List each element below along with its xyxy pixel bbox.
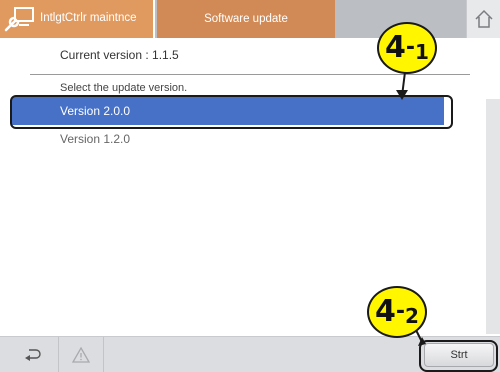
callout-step-4-1: 4-1 xyxy=(377,22,437,74)
version-item-label: Version 1.2.0 xyxy=(60,132,131,146)
main-content: Current version : 1.1.5 Select the updat… xyxy=(0,38,500,336)
warning-button[interactable] xyxy=(58,337,104,372)
select-version-label: Select the update version. xyxy=(60,82,188,94)
home-icon xyxy=(474,9,493,28)
warning-icon xyxy=(71,346,91,363)
current-version-text: Current version : 1.1.5 xyxy=(60,48,179,62)
back-button[interactable] xyxy=(10,337,56,372)
scrollbar[interactable] xyxy=(486,99,500,334)
version-item-1-2-0[interactable]: Version 1.2.0 xyxy=(12,125,444,153)
tab-software-update[interactable]: Software update xyxy=(157,0,335,38)
back-arrow-icon xyxy=(25,349,41,361)
tab-maintenance-label: IntlgtCtrlr maintnce xyxy=(40,12,137,24)
tab-software-update-label: Software update xyxy=(204,13,288,25)
wrench-screen-icon xyxy=(4,7,34,32)
callout-step-4-2: 4-2 xyxy=(367,286,427,338)
callout-highlight-version xyxy=(10,95,453,129)
home-button[interactable] xyxy=(466,0,500,38)
callout-highlight-start xyxy=(419,340,498,372)
tab-maintenance[interactable]: IntlgtCtrlr maintnce xyxy=(0,0,155,38)
